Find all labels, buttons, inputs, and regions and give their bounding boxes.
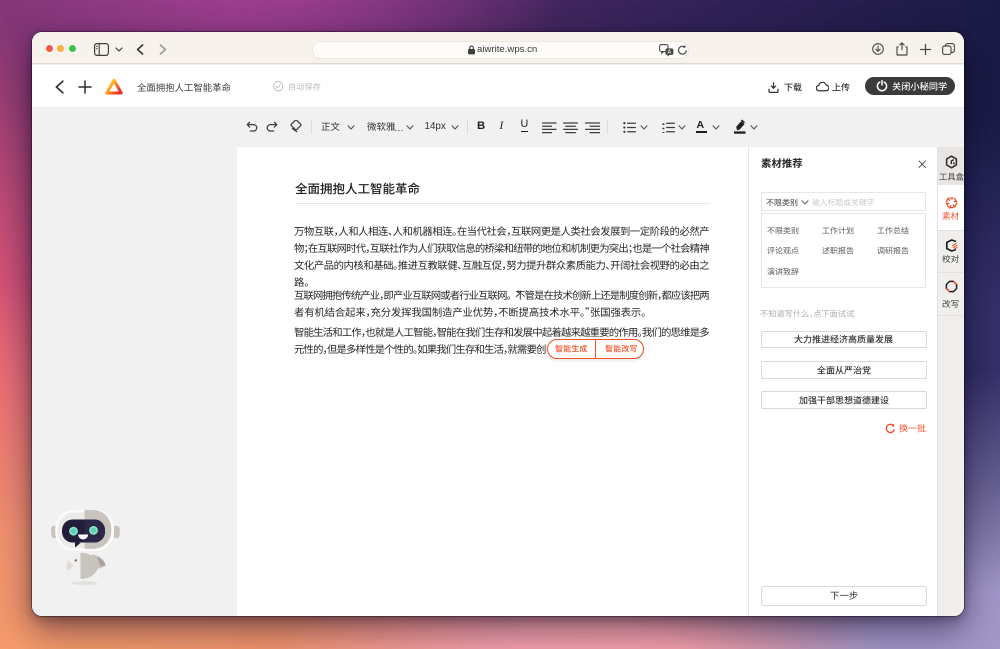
svg-text:A: A <box>667 49 671 55</box>
